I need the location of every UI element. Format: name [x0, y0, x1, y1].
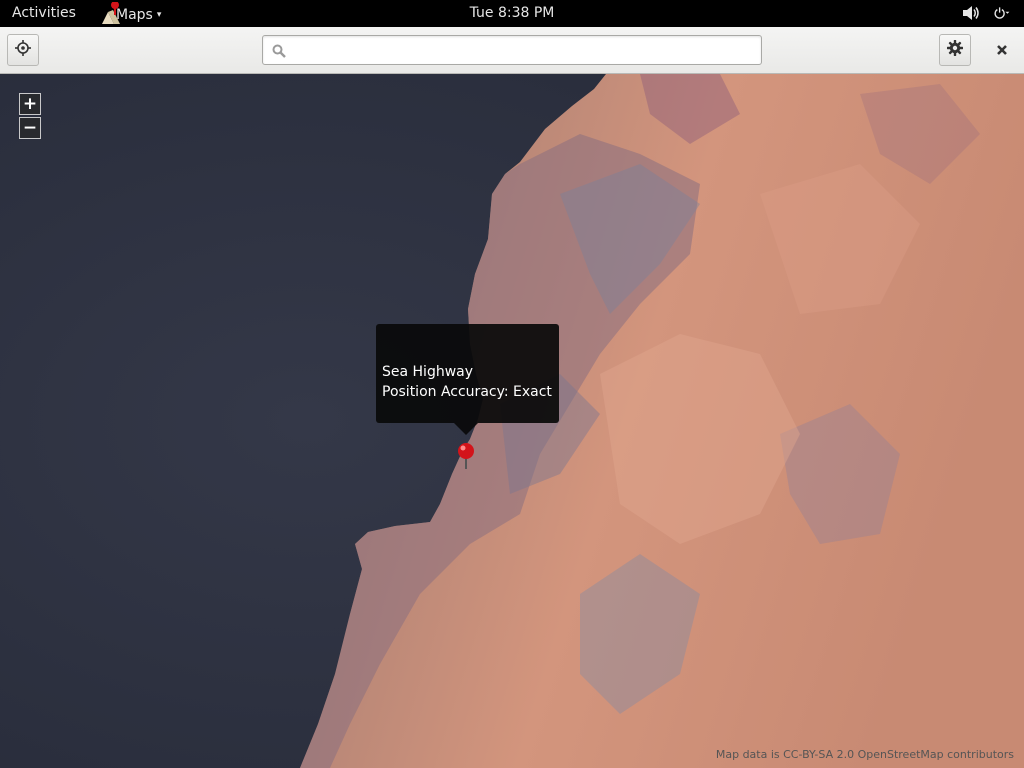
search-icon	[272, 43, 286, 62]
locate-icon	[15, 40, 31, 60]
zoom-out-button[interactable]: −	[19, 117, 41, 139]
settings-button[interactable]	[939, 34, 971, 66]
maps-app-icon	[100, 1, 120, 24]
search-field[interactable]	[262, 35, 762, 65]
bubble-tail	[454, 423, 478, 435]
map-attribution: Map data is CC-BY-SA 2.0 OpenStreetMap c…	[715, 748, 1014, 761]
app-menu[interactable]: Maps ▾	[100, 1, 162, 24]
place-name: Sea Highway	[382, 364, 474, 380]
status-menu[interactable]	[962, 4, 1012, 22]
top-bar: Activities Maps ▾ Tue 8:38 PM	[0, 0, 1024, 27]
search-input[interactable]	[293, 39, 757, 63]
zoom-in-button[interactable]: +	[19, 93, 41, 115]
position-accuracy: Position Accuracy: Exact	[382, 384, 552, 400]
locate-button[interactable]	[7, 34, 39, 66]
zoom-controls: + −	[19, 93, 43, 141]
activities-button[interactable]: Activities	[12, 5, 76, 21]
gear-icon	[947, 40, 963, 60]
header-bar	[0, 27, 1024, 74]
map-view[interactable]: + − Sea Highway Position Accuracy: Exact…	[0, 74, 1024, 768]
close-icon	[996, 41, 1008, 60]
volume-icon	[962, 4, 980, 22]
place-bubble: Sea Highway Position Accuracy: Exact	[376, 324, 559, 423]
clock[interactable]: Tue 8:38 PM	[470, 5, 555, 21]
chevron-down-icon: ▾	[156, 9, 162, 20]
close-button[interactable]	[990, 38, 1014, 62]
location-pin-icon[interactable]	[456, 442, 476, 472]
power-icon	[994, 4, 1012, 22]
